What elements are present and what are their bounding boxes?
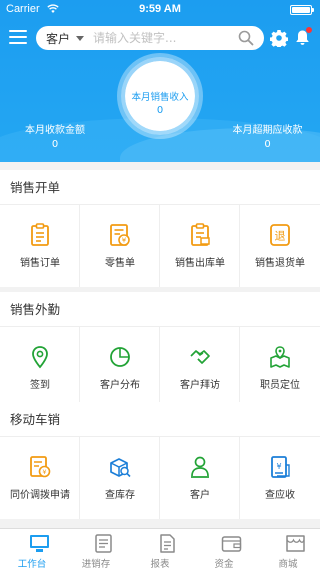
workbench-icon (30, 535, 49, 552)
menu-button[interactable] (9, 30, 27, 46)
overdue-receivables-label: 本月超期应收款 (232, 125, 303, 136)
customer-distribution-icon (110, 347, 130, 367)
grid-item-label: 销售出库单 (175, 258, 225, 269)
inventory-flow-icon (95, 534, 112, 553)
monthly-sales-label: 本月销售收入 (131, 92, 189, 103)
section-title: 销售开单 (0, 170, 320, 205)
store-icon (286, 535, 305, 552)
monthly-collections-value: 0 (51, 139, 59, 150)
tab-report[interactable]: 报表 (128, 529, 192, 569)
receivables-icon: ¥ (271, 456, 290, 478)
overdue-receivables-value: 0 (264, 139, 271, 150)
monthly-sales-circle: 本月销售收入 0 (117, 53, 203, 139)
grid-item-retail-order[interactable]: ¥ 零售单 (80, 205, 160, 287)
tab-inventory-flow[interactable]: 进销存 (64, 529, 128, 569)
header-banner: Carrier 9:59 AM 客户 请输入关键字... 本月销售收入 0 本月… (0, 0, 320, 162)
grid-item-receivables[interactable]: ¥ 查应收 (240, 437, 320, 519)
grid-item-transfer-request[interactable]: ¥ 同价调拨申请 (0, 437, 80, 519)
svg-text:退: 退 (275, 230, 286, 243)
sales-outbound-icon (191, 223, 210, 246)
grid-item-label: 销售退货单 (255, 258, 305, 269)
grid-item-sales-order[interactable]: 销售订单 (0, 205, 80, 287)
inventory-icon (110, 458, 131, 478)
grid-item-customer-distribution[interactable]: 客户分布 (80, 327, 160, 409)
monthly-collections-stat: 本月收款金额 0 (20, 121, 90, 150)
section-sales-orders: 销售开单 销售订单 ¥ 零售单 销售出库单 退 销售退货单 (0, 170, 320, 287)
notification-badge (306, 27, 312, 33)
retail-order-icon: ¥ (110, 224, 130, 246)
search-icon[interactable] (238, 30, 254, 46)
monthly-collections-label: 本月收款金额 (25, 125, 85, 136)
battery-icon (290, 5, 314, 15)
grid-item-label: 签到 (30, 380, 50, 391)
grid-item-label: 零售单 (105, 258, 135, 269)
section-mobile-vehicle-sales: 移动车销 ¥ 同价调拨申请 查库存 客户 ¥ 查应收 (0, 402, 320, 519)
tab-label: 进销存 (81, 559, 111, 569)
status-bar: Carrier 9:59 AM (0, 0, 320, 20)
grid-item-label: 销售订单 (20, 258, 60, 269)
gear-icon[interactable] (270, 29, 288, 47)
tab-store[interactable]: 商城 (256, 529, 320, 569)
section-title: 移动车销 (0, 402, 320, 437)
transfer-request-icon: ¥ (30, 456, 51, 478)
svg-text:¥: ¥ (276, 462, 281, 471)
tab-label: 资金 (214, 559, 234, 569)
grid-item-label: 同价调拨申请 (10, 490, 70, 501)
report-icon (160, 534, 175, 553)
check-in-icon (32, 346, 48, 369)
tab-workbench[interactable]: 工作台 (0, 529, 64, 569)
svg-text:¥: ¥ (42, 468, 46, 476)
sales-order-icon (31, 223, 49, 246)
overdue-receivables-stat: 本月超期应收款 0 (230, 121, 305, 150)
bottom-tab-bar: 工作台 进销存 报表 资金 商城 (0, 528, 320, 569)
customer-icon (191, 456, 209, 478)
wallet-icon (221, 536, 242, 552)
grid-item-staff-location[interactable]: 职员定位 (240, 327, 320, 409)
monthly-sales-value: 0 (156, 105, 164, 116)
grid-item-customer[interactable]: 客户 (160, 437, 240, 519)
grid-item-customer-visit[interactable]: 客户拜访 (160, 327, 240, 409)
grid-item-inventory[interactable]: 查库存 (80, 437, 160, 519)
search-bar: 客户 (36, 26, 264, 50)
staff-location-icon (270, 346, 290, 368)
section-title: 销售外勤 (0, 292, 320, 327)
grid-item-check-in[interactable]: 签到 (0, 327, 80, 409)
grid-item-label: 查应收 (265, 490, 295, 501)
grid-item-sales-return[interactable]: 退 销售退货单 (240, 205, 320, 287)
customer-visit-icon (190, 350, 210, 364)
tab-label: 工作台 (17, 559, 47, 569)
grid-item-label: 客户拜访 (180, 380, 220, 391)
section-field-sales: 销售外勤 签到 客户分布 客户拜访 职员定位 (0, 292, 320, 409)
tab-funds[interactable]: 资金 (192, 529, 256, 569)
clock: 9:59 AM (139, 3, 181, 15)
grid-item-label: 查库存 (105, 490, 135, 501)
grid-item-label: 客户分布 (100, 380, 140, 391)
tab-label: 报表 (150, 559, 170, 569)
sales-return-icon: 退 (270, 224, 290, 246)
grid-item-label: 职员定位 (260, 380, 300, 391)
grid-item-sales-outbound[interactable]: 销售出库单 (160, 205, 240, 287)
search-category-select[interactable]: 客户 (46, 30, 70, 47)
caret-down-icon[interactable] (76, 36, 84, 41)
app-root: Carrier 9:59 AM 客户 请输入关键字... 本月销售收入 0 本月… (0, 0, 320, 569)
tab-label: 商城 (278, 559, 298, 569)
search-input[interactable] (93, 29, 233, 47)
svg-text:¥: ¥ (122, 237, 127, 245)
notification-button[interactable] (295, 27, 312, 46)
grid-item-label: 客户 (190, 490, 210, 501)
